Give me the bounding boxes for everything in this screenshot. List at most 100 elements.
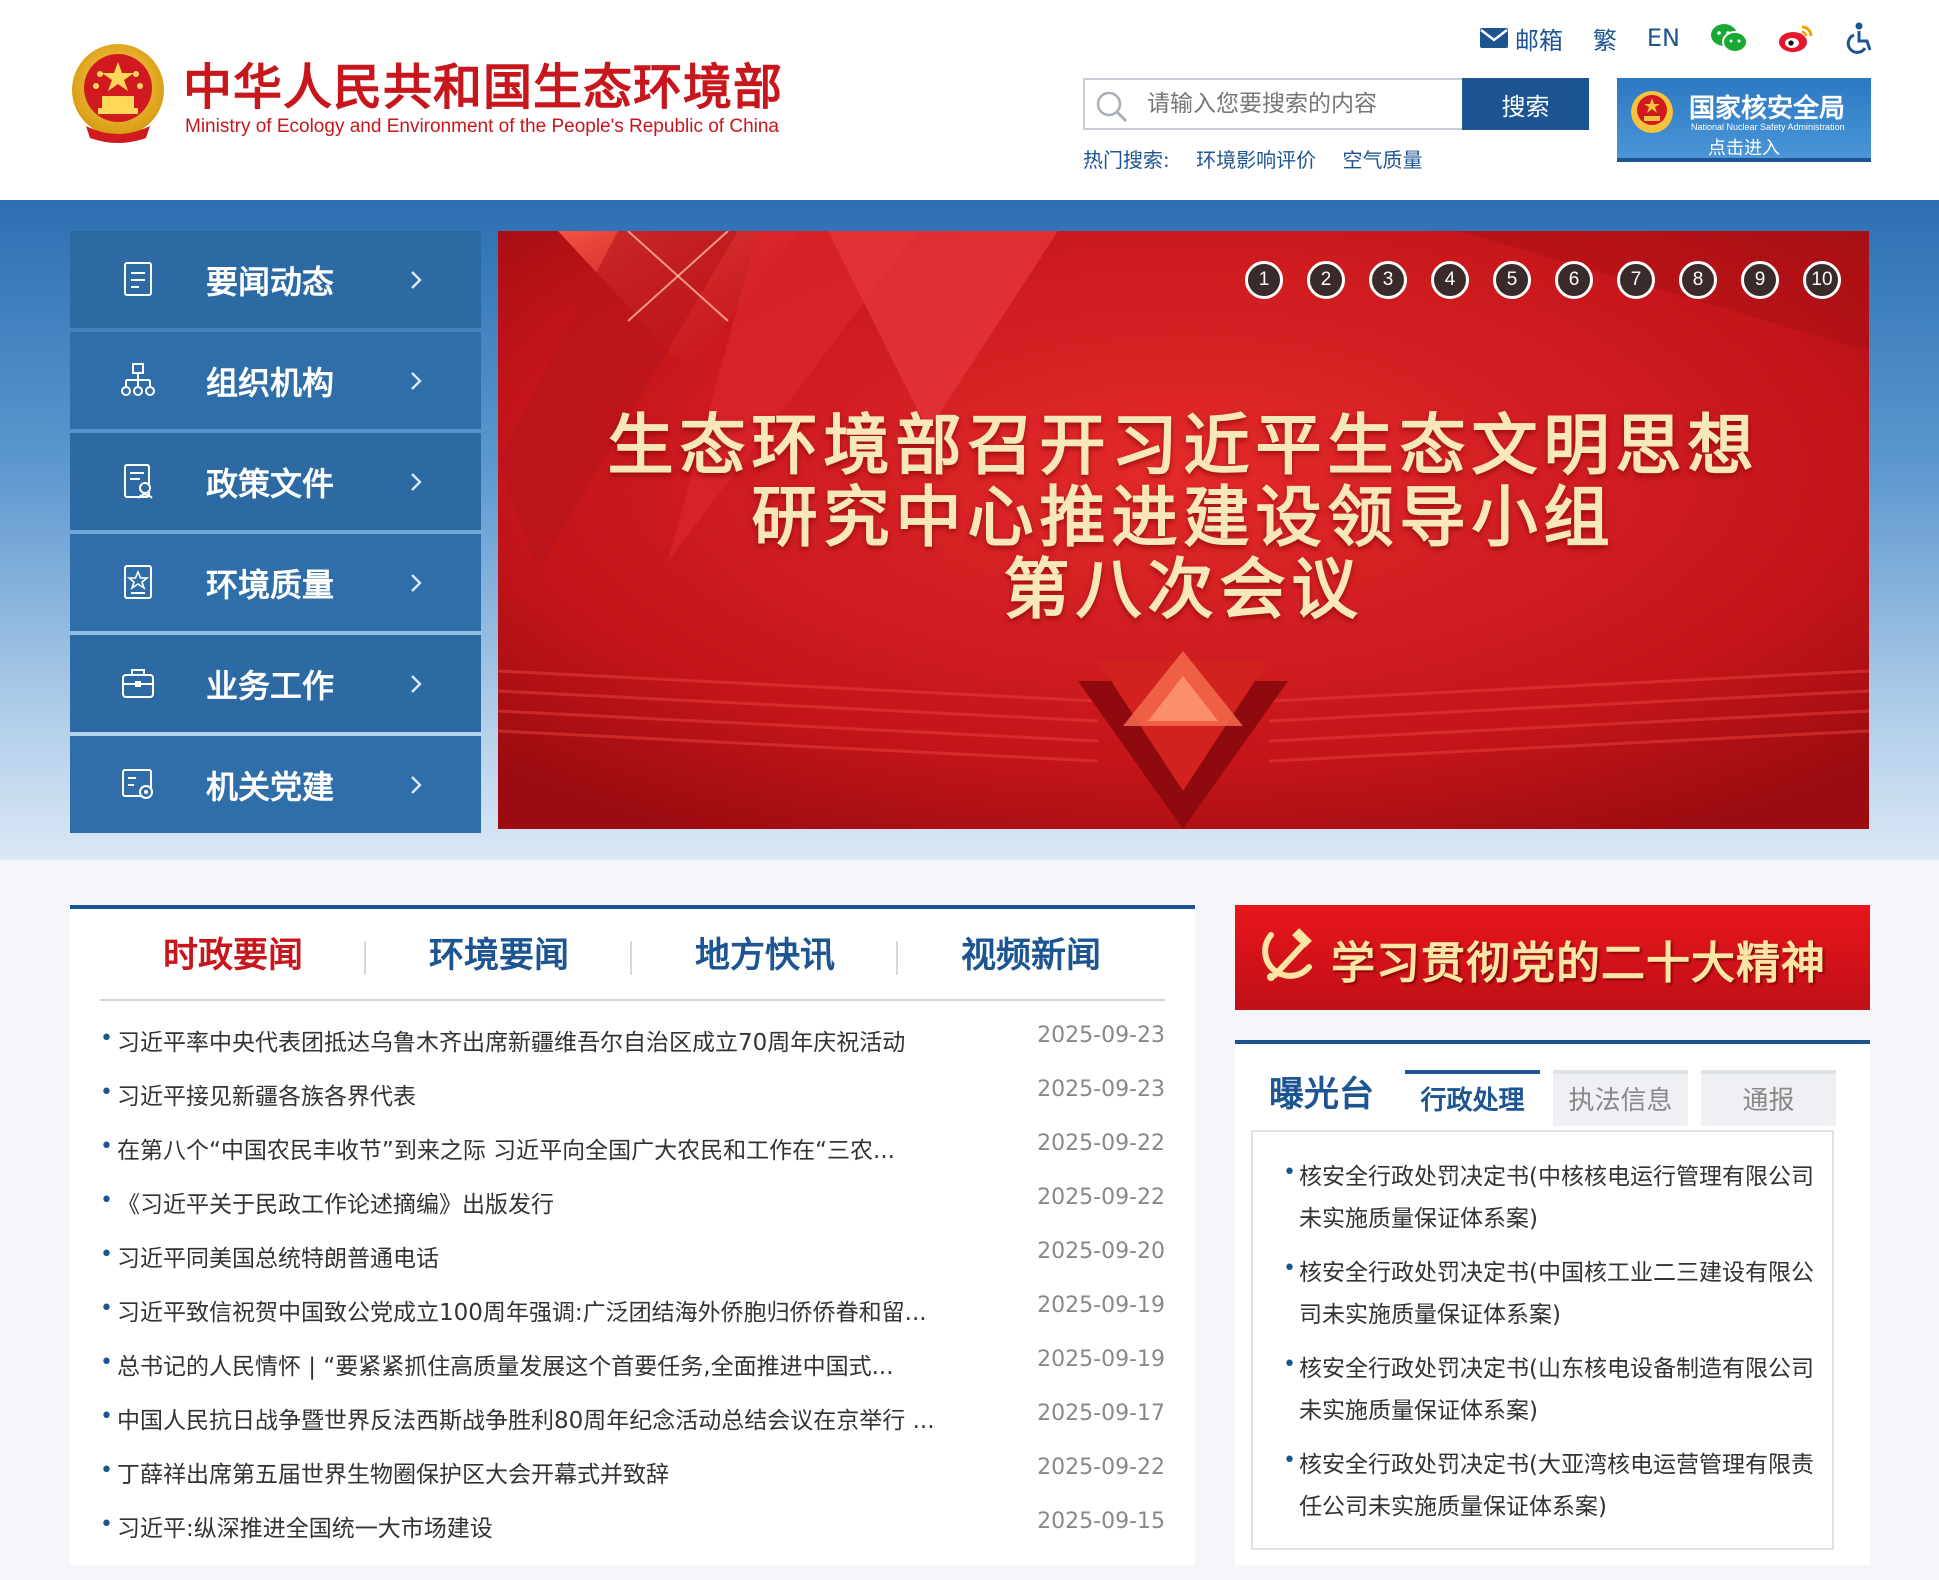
hot-search-term[interactable]: 环境影响评价	[1196, 148, 1316, 172]
bullet-dot-icon: •	[100, 1350, 113, 1375]
tab-local-news[interactable]: 地方快讯	[632, 909, 898, 1001]
sidebar-item-label: 环境质量	[206, 566, 335, 604]
quality-badge-icon	[124, 565, 152, 599]
main-nav-sidebar: 要闻动态 组织机构 政策文件 环境质量 业务工作 机关党建	[70, 231, 481, 837]
news-panel: 时政要闻 环境要闻 地方快讯 视频新闻 • 习近平率中央代表团抵达乌鲁木齐出席新疆…	[70, 905, 1195, 1565]
bullet-dot-icon: •	[1283, 1448, 1296, 1473]
banner-page-10[interactable]: 10	[1803, 261, 1841, 299]
bullet-dot-icon: •	[1283, 1256, 1296, 1281]
party-building-icon	[122, 769, 153, 799]
site-title-en[interactable]: Ministry of Ecology and Environment of t…	[185, 116, 779, 138]
national-emblem-icon[interactable]	[68, 42, 168, 148]
traditional-chinese-link[interactable]: 繁	[1593, 21, 1617, 56]
sidebar-item-environment-quality[interactable]: 环境质量	[70, 534, 481, 631]
sidebar-item-organization[interactable]: 组织机构	[70, 332, 481, 429]
banner-headline-line: 第八次会议	[1003, 550, 1364, 628]
banner-page-4[interactable]: 4	[1431, 261, 1469, 299]
headline-banner[interactable]: 生态环境部召开习近平生态文明思想 研究中心推进建设领导小组 第八次会议 1 2 …	[498, 231, 1869, 829]
search-box	[1083, 78, 1464, 130]
weibo-link[interactable]	[1778, 23, 1814, 53]
news-title[interactable]: 习近平:纵深推进全国统一大市场建设	[117, 1509, 493, 1543]
nnsa-title: 国家核安全局	[1689, 94, 1846, 124]
news-item[interactable]: • 丁薛祥出席第五届世界生物圈保护区大会开幕式并致辞 2025-09-22	[100, 1445, 1165, 1499]
study-party-banner[interactable]: 学习贯彻党的二十大精神	[1235, 905, 1870, 1010]
mail-link[interactable]: 邮箱	[1479, 21, 1563, 56]
sidebar-item-policy[interactable]: 政策文件	[70, 433, 481, 530]
accessibility-icon	[1846, 22, 1872, 54]
bullet-dot-icon: •	[100, 1080, 113, 1105]
news-item[interactable]: • 《习近平关于民政工作论述摘编》出版发行 2025-09-22	[100, 1175, 1165, 1229]
mail-label: 邮箱	[1514, 26, 1563, 55]
hot-searches: 热门搜索: 环境影响评价 空气质量	[1083, 144, 1442, 173]
news-title[interactable]: 《习近平关于民政工作论述摘编》出版发行	[117, 1185, 554, 1219]
nnsa-emblem-icon	[1631, 91, 1673, 133]
exposure-item-title[interactable]: 核安全行政处罚决定书(大亚湾核电运营管理有限责任公司未实施质量保证体系案)	[1299, 1444, 1829, 1528]
news-date: 2025-09-19	[1037, 1293, 1165, 1318]
tab-current-affairs[interactable]: 时政要闻	[100, 909, 366, 1001]
top-links: 邮箱 繁 EN	[1449, 20, 1874, 56]
banner-page-7[interactable]: 7	[1617, 261, 1655, 299]
sidebar-item-party-building[interactable]: 机关党建	[70, 736, 481, 833]
search-button[interactable]: 搜索	[1462, 78, 1589, 130]
news-title[interactable]: 习近平接见新疆各族各界代表	[117, 1077, 416, 1111]
news-list: • 习近平率中央代表团抵达乌鲁木齐出席新疆维吾尔自治区成立70周年庆祝活动 2025…	[100, 1013, 1165, 1553]
bullet-dot-icon: •	[100, 1296, 113, 1321]
exposure-item-title[interactable]: 核安全行政处罚决定书(中核核电运行管理有限公司未实施质量保证体系案)	[1299, 1156, 1829, 1240]
exposure-tabs: 行政处理 执法信息 通报	[1405, 1070, 1849, 1132]
news-item[interactable]: • 习近平同美国总统特朗普通电话 2025-09-20	[100, 1229, 1165, 1283]
accessibility-link[interactable]	[1844, 22, 1874, 54]
sidebar-item-label: 政策文件	[206, 465, 335, 503]
sidebar-item-business[interactable]: 业务工作	[70, 635, 481, 732]
bullet-dot-icon: •	[100, 1026, 113, 1051]
nnsa-entry-button[interactable]: 国家核安全局 National Nuclear Safety Administr…	[1617, 78, 1871, 162]
news-title[interactable]: 习近平致信祝贺中国致公党成立100周年强调:广泛团结海外侨胞归侨侨眷和留...	[117, 1293, 927, 1327]
exposure-item-title[interactable]: 核安全行政处罚决定书(山东核电设备制造有限公司未实施质量保证体系案)	[1299, 1348, 1829, 1432]
news-item[interactable]: • 在第八个“中国农民丰收节”到来之际 习近平向全国广大农民和工作在“三农... 2…	[100, 1121, 1165, 1175]
news-item[interactable]: • 中国人民抗日战争暨世界反法西斯战争胜利80周年纪念活动总结会议在京举行 ...…	[100, 1391, 1165, 1445]
news-title[interactable]: 丁薛祥出席第五届世界生物圈保护区大会开幕式并致辞	[117, 1455, 669, 1489]
news-title[interactable]: 习近平率中央代表团抵达乌鲁木齐出席新疆维吾尔自治区成立70周年庆祝活动	[117, 1023, 905, 1057]
tab-environment-news[interactable]: 环境要闻	[366, 909, 632, 1001]
news-item[interactable]: • 习近平致信祝贺中国致公党成立100周年强调:广泛团结海外侨胞归侨侨眷和留...…	[100, 1283, 1165, 1337]
news-item[interactable]: • 习近平接见新疆各族各界代表 2025-09-23	[100, 1067, 1165, 1121]
nnsa-subtitle: National Nuclear Safety Administration	[1691, 122, 1845, 132]
banner-page-6[interactable]: 6	[1555, 261, 1593, 299]
tab-label: 时政要闻	[162, 936, 303, 976]
news-title[interactable]: 总书记的人民情怀 | “要紧紧抓住高质量发展这个首要任务,全面推进中国式...	[117, 1347, 894, 1381]
tab-notices[interactable]: 通报	[1701, 1070, 1836, 1126]
news-icon	[124, 262, 152, 296]
banner-page-3[interactable]: 3	[1369, 261, 1407, 299]
news-title[interactable]: 习近平同美国总统特朗普通电话	[117, 1239, 439, 1273]
search-input[interactable]	[1145, 84, 1455, 124]
chevron-right-icon	[411, 574, 422, 592]
banner-page-9[interactable]: 9	[1741, 261, 1779, 299]
tab-enforcement-info[interactable]: 执法信息	[1553, 1070, 1688, 1126]
bullet-dot-icon: •	[100, 1512, 113, 1537]
banner-page-1[interactable]: 1	[1245, 261, 1283, 299]
bullet-dot-icon: •	[100, 1458, 113, 1483]
english-link[interactable]: EN	[1647, 24, 1680, 52]
news-item[interactable]: • 习近平:纵深推进全国统一大市场建设 2025-09-15	[100, 1499, 1165, 1553]
news-title[interactable]: 在第八个“中国农民丰收节”到来之际 习近平向全国广大农民和工作在“三农...	[117, 1131, 895, 1165]
banner-page-5[interactable]: 5	[1493, 261, 1531, 299]
banner-page-2[interactable]: 2	[1307, 261, 1345, 299]
bullet-dot-icon: •	[100, 1188, 113, 1213]
wechat-icon	[1711, 24, 1748, 53]
news-title[interactable]: 中国人民抗日战争暨世界反法西斯战争胜利80周年纪念活动总结会议在京举行 ...	[117, 1401, 935, 1435]
sidebar-item-label: 组织机构	[206, 364, 335, 402]
site-title-cn[interactable]: 中华人民共和国生态环境部	[183, 48, 783, 119]
bullet-dot-icon: •	[100, 1242, 113, 1267]
org-chart-icon	[121, 363, 155, 396]
tab-video-news[interactable]: 视频新闻	[898, 909, 1164, 1001]
banner-page-8[interactable]: 8	[1679, 261, 1717, 299]
banner-pagination: 1 2 3 4 5 6 7 8 9 10	[1221, 261, 1841, 299]
policy-doc-icon	[124, 464, 153, 499]
chevron-right-icon	[411, 675, 422, 693]
hot-search-term[interactable]: 空气质量	[1342, 148, 1422, 172]
sidebar-item-news[interactable]: 要闻动态	[70, 231, 481, 328]
exposure-item-title[interactable]: 核安全行政处罚决定书(中国核工业二三建设有限公司未实施质量保证体系案)	[1299, 1252, 1829, 1336]
news-item[interactable]: • 习近平率中央代表团抵达乌鲁木齐出席新疆维吾尔自治区成立70周年庆祝活动 2025…	[100, 1013, 1165, 1067]
tab-administrative-penalty[interactable]: 行政处理	[1405, 1070, 1540, 1132]
wechat-link[interactable]	[1710, 23, 1748, 53]
news-item[interactable]: • 总书记的人民情怀 | “要紧紧抓住高质量发展这个首要任务,全面推进中国式...…	[100, 1337, 1165, 1391]
